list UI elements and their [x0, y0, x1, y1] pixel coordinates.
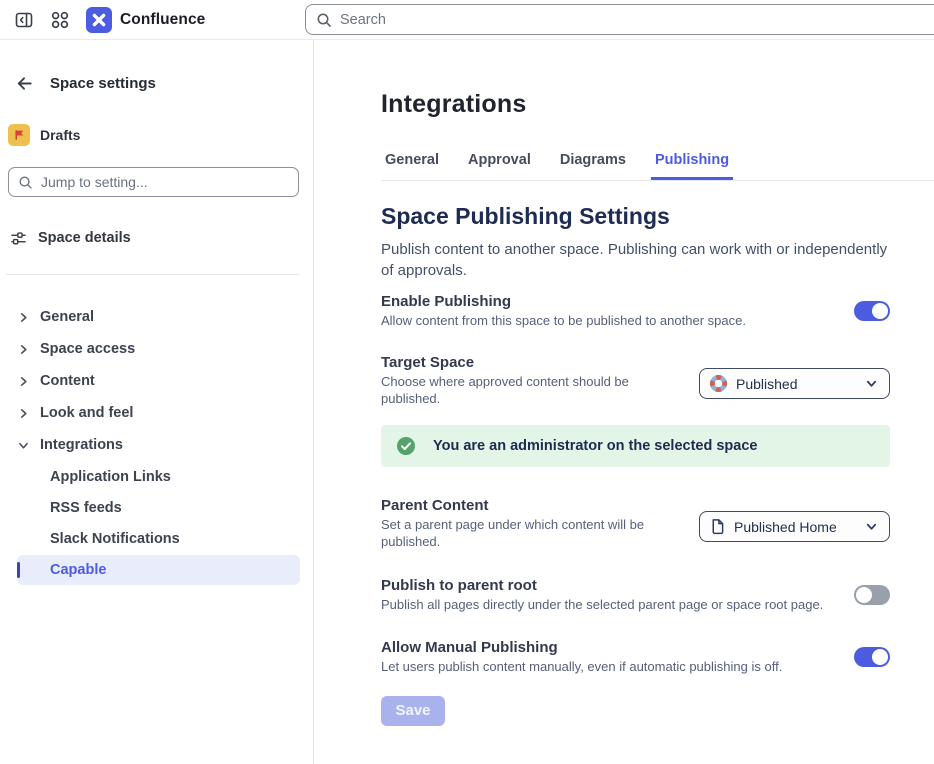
- sidebar-item-rss-feeds[interactable]: RSS feeds: [17, 493, 300, 523]
- tab-label: General: [385, 152, 439, 168]
- selection-indicator: [17, 562, 20, 578]
- target-space-dropdown[interactable]: Published: [699, 368, 890, 399]
- setting-label: Parent Content: [381, 497, 666, 514]
- tab-general[interactable]: General: [381, 152, 443, 180]
- tab-bar: General Approval Diagrams Publishing: [381, 152, 934, 181]
- chevron-down-icon: [865, 520, 878, 533]
- global-search[interactable]: [305, 4, 934, 35]
- nav-label: Space access: [40, 341, 135, 357]
- nav-label: Application Links: [50, 469, 171, 485]
- chevron-right-icon: [18, 344, 29, 355]
- app-switcher-icon[interactable]: [50, 10, 70, 30]
- setting-description: Allow content from this space to be publ…: [381, 313, 746, 330]
- section-description: Publish content to another space. Publis…: [381, 240, 890, 281]
- allow-manual-publishing-toggle[interactable]: [854, 647, 890, 667]
- sidebar: Space settings Drafts: [0, 40, 314, 764]
- tab-label: Approval: [468, 152, 531, 168]
- chevron-right-icon: [18, 408, 29, 419]
- dropdown-value: Published Home: [734, 519, 857, 535]
- nav-label: RSS feeds: [50, 500, 122, 516]
- jump-to-setting-input[interactable]: [41, 174, 289, 190]
- space-details-label: Space details: [38, 230, 131, 246]
- space-row-drafts[interactable]: Drafts: [0, 123, 313, 147]
- setting-label: Publish to parent root: [381, 577, 823, 594]
- setting-label: Allow Manual Publishing: [381, 639, 782, 656]
- setting-target-space: Target Space Choose where approved conte…: [381, 354, 890, 407]
- setting-parent-content: Parent Content Set a parent page under w…: [381, 497, 890, 550]
- banner-text: You are an administrator on the selected…: [433, 438, 757, 454]
- setting-enable-publishing: Enable Publishing Allow content from thi…: [381, 293, 890, 330]
- tab-approval[interactable]: Approval: [464, 152, 535, 180]
- page-title: Integrations: [381, 90, 890, 119]
- space-name: Drafts: [40, 127, 80, 143]
- sidebar-item-slack-notifications[interactable]: Slack Notifications: [17, 524, 300, 554]
- save-button[interactable]: Save: [381, 696, 445, 726]
- section-title: Space Publishing Settings: [381, 203, 890, 230]
- tab-label: Publishing: [655, 152, 729, 168]
- setting-publish-to-parent-root: Publish to parent root Publish all pages…: [381, 577, 890, 614]
- setting-description: Publish all pages directly under the sel…: [381, 597, 823, 614]
- sidebar-item-application-links[interactable]: Application Links: [17, 462, 300, 492]
- publish-to-parent-root-toggle[interactable]: [854, 585, 890, 605]
- setting-label: Target Space: [381, 354, 666, 371]
- collapse-sidebar-icon[interactable]: [14, 10, 34, 30]
- chevron-down-icon: [865, 377, 878, 390]
- chevron-down-icon: [18, 440, 29, 451]
- setting-description: Choose where approved content should be …: [381, 374, 666, 407]
- sidebar-nav: General Space access Content Look and fe…: [0, 301, 313, 585]
- setting-description: Let users publish content manually, even…: [381, 659, 782, 676]
- dropdown-value: Published: [736, 376, 857, 392]
- sidebar-item-capable[interactable]: Capable: [17, 555, 300, 585]
- sidebar-item-space-access[interactable]: Space access: [0, 333, 313, 365]
- top-bar: Confluence: [0, 0, 934, 40]
- sidebar-item-content[interactable]: Content: [0, 365, 313, 397]
- tab-publishing[interactable]: Publishing: [651, 152, 733, 180]
- sidebar-item-look-and-feel[interactable]: Look and feel: [0, 397, 313, 429]
- nav-label: Capable: [50, 562, 106, 578]
- nav-label: Slack Notifications: [50, 531, 180, 547]
- nav-label: Integrations: [40, 437, 123, 453]
- setting-label: Enable Publishing: [381, 293, 746, 310]
- search-icon: [18, 175, 33, 190]
- space-avatar-flag-icon: [8, 124, 30, 146]
- app-name: Confluence: [120, 11, 205, 29]
- lifebuoy-space-icon: [709, 374, 728, 393]
- jump-to-setting-search[interactable]: [8, 167, 299, 197]
- setting-allow-manual-publishing: Allow Manual Publishing Let users publis…: [381, 639, 890, 676]
- tab-label: Diagrams: [560, 152, 626, 168]
- chevron-right-icon: [18, 312, 29, 323]
- nav-label: Look and feel: [40, 405, 133, 421]
- sidebar-item-general[interactable]: General: [0, 301, 313, 333]
- sidebar-item-space-details[interactable]: Space details: [0, 226, 313, 250]
- sidebar-divider: [6, 274, 299, 275]
- enable-publishing-toggle[interactable]: [854, 301, 890, 321]
- nav-label: General: [40, 309, 94, 325]
- back-arrow-icon[interactable]: [14, 73, 34, 93]
- admin-success-banner: You are an administrator on the selected…: [381, 425, 890, 467]
- search-input[interactable]: [340, 12, 931, 28]
- chevron-right-icon: [18, 376, 29, 387]
- sidebar-item-integrations[interactable]: Integrations: [0, 429, 313, 461]
- nav-label: Content: [40, 373, 95, 389]
- check-circle-icon: [396, 436, 416, 456]
- tab-diagrams[interactable]: Diagrams: [556, 152, 630, 180]
- sidebar-title: Space settings: [50, 75, 156, 92]
- setting-description: Set a parent page under which content wi…: [381, 517, 666, 550]
- sliders-icon: [9, 229, 28, 248]
- confluence-logo-icon[interactable]: [86, 7, 112, 33]
- main-content: Integrations General Approval Diagrams P…: [314, 40, 934, 764]
- page-icon: [709, 518, 726, 535]
- search-icon: [316, 12, 332, 28]
- parent-content-dropdown[interactable]: Published Home: [699, 511, 890, 542]
